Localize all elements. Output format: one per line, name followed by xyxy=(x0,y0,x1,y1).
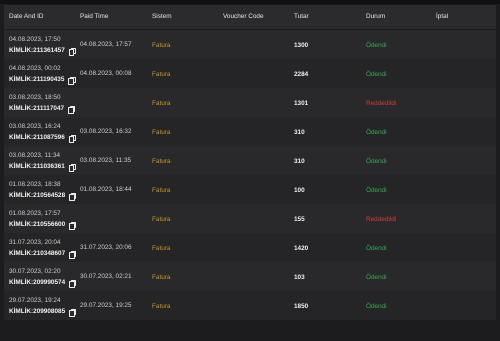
row-kimlik-text: KİMLİK:211190435 xyxy=(9,76,65,83)
header-voucher-code[interactable]: Voucher Code xyxy=(223,13,264,20)
copy-icon[interactable] xyxy=(68,105,76,114)
row-tutar: 1420 xyxy=(294,245,309,252)
row-paid-time: 03.08.2023, 16:32 xyxy=(80,128,132,135)
row-kimlik-text: KİMLİK:211036361 xyxy=(9,163,65,170)
row-paid-time: 04.08.2023, 17:57 xyxy=(80,41,132,48)
row-tutar: 1301 xyxy=(294,100,309,107)
row-kimlik: KİMLİK:211117047 xyxy=(9,105,76,114)
row-durum: Ödendi xyxy=(366,71,387,78)
row-date: 01.08.2023, 18:38 xyxy=(9,181,61,188)
header-tutar[interactable]: Tutar xyxy=(294,13,309,20)
row-tutar: 1850 xyxy=(294,303,309,310)
row-sistem: Fatura xyxy=(152,71,171,78)
row-kimlik-text: KİMLİK:210564528 xyxy=(9,192,66,199)
row-durum: Ödendi xyxy=(366,274,387,281)
row-durum: Reddedildi xyxy=(366,100,397,107)
row-paid-time: 03.08.2023, 11:35 xyxy=(80,157,132,164)
top-bar xyxy=(0,0,500,4)
copy-icon[interactable] xyxy=(69,250,77,259)
table-row[interactable]: 30.07.2023, 02:20 KİMLİK:209990574 30.07.2… xyxy=(4,262,496,292)
copy-icon[interactable] xyxy=(68,163,77,172)
row-kimlik-text: KİMLİK:209990574 xyxy=(9,279,66,286)
table-header: Date And ID Paid Time Sistem Voucher Cod… xyxy=(4,5,496,30)
row-date: 03.08.2023, 18:50 xyxy=(9,94,61,101)
row-date: 01.08.2023, 17:57 xyxy=(9,210,61,217)
row-paid-time: 04.08.2023, 00:08 xyxy=(80,70,132,77)
table-row[interactable]: 03.08.2023, 11:34 KİMLİK:211036361 03.08.2… xyxy=(4,146,496,176)
header-paid-time[interactable]: Paid Time xyxy=(80,13,108,20)
table-row[interactable]: 01.08.2023, 18:38 KİMLİK:210564528 01.08.2… xyxy=(4,175,496,205)
row-kimlik-text: KİMLİK:211087596 xyxy=(9,134,65,141)
row-sistem: Fatura xyxy=(152,42,171,49)
table-row[interactable]: 01.08.2023, 17:57 KİMLİK:210556600 Fatura 1… xyxy=(4,204,496,234)
row-kimlik: KİMLİK:210348607 xyxy=(9,250,77,259)
table-row[interactable]: 03.08.2023, 16:24 KİMLİK:211087596 03.08.2… xyxy=(4,117,496,147)
row-durum: Ödendi xyxy=(366,245,387,252)
row-kimlik-text: KİMLİK:211361457 xyxy=(9,47,65,54)
table-row[interactable]: 29.07.2023, 19:24 KİMLİK:209908085 29.07.2… xyxy=(4,291,496,321)
row-date: 03.08.2023, 16:24 xyxy=(9,123,61,130)
header-iptal[interactable]: İptal xyxy=(436,13,448,20)
row-kimlik-text: KİMLİK:209908085 xyxy=(9,308,66,315)
row-paid-time: 29.07.2023, 19:25 xyxy=(80,302,132,309)
header-sistem[interactable]: Sistem xyxy=(152,13,172,20)
row-tutar: 103 xyxy=(294,274,305,281)
table-row[interactable]: 04.08.2023, 17:50 KİMLİK:211361457 04.08.2… xyxy=(4,30,496,60)
row-tutar: 310 xyxy=(294,129,305,136)
row-kimlik-text: KİMLİK:210556600 xyxy=(9,221,66,228)
row-sistem: Fatura xyxy=(152,187,171,194)
header-durum[interactable]: Durum xyxy=(366,13,385,20)
table-row[interactable]: 31.07.2023, 20:04 KİMLİK:210348607 31.07.2… xyxy=(4,233,496,263)
row-durum: Ödendi xyxy=(366,129,387,136)
row-paid-time: 01.08.2023, 18:44 xyxy=(80,186,132,193)
row-sistem: Fatura xyxy=(152,129,171,136)
row-date: 04.08.2023, 00:02 xyxy=(9,65,61,72)
row-kimlik: KİMLİK:210564528 xyxy=(9,192,77,201)
row-sistem: Fatura xyxy=(152,274,171,281)
copy-icon[interactable] xyxy=(68,134,77,143)
row-kimlik: KİMLİK:211361457 xyxy=(9,47,77,56)
copy-icon[interactable] xyxy=(69,221,77,230)
row-tutar: 100 xyxy=(294,187,305,194)
row-kimlik-text: KİMLİK:210348607 xyxy=(9,250,66,257)
row-durum: Ödendi xyxy=(366,187,387,194)
row-paid-time: 31.07.2023, 20:06 xyxy=(80,244,132,251)
row-durum: Ödendi xyxy=(366,42,387,49)
row-sistem: Fatura xyxy=(152,303,171,310)
row-sistem: Fatura xyxy=(152,245,171,252)
row-durum: Ödendi xyxy=(366,158,387,165)
row-date: 31.07.2023, 20:04 xyxy=(9,239,61,246)
table-row[interactable]: 03.08.2023, 18:50 KİMLİK:211117047 Fatura 1… xyxy=(4,88,496,118)
row-kimlik: KİMLİK:210556600 xyxy=(9,221,77,230)
copy-icon[interactable] xyxy=(69,192,77,201)
row-date: 03.08.2023, 11:34 xyxy=(9,152,61,159)
row-tutar: 1300 xyxy=(294,42,309,49)
row-durum: Ödendi xyxy=(366,303,387,310)
row-kimlik: KİMLİK:211036361 xyxy=(9,163,77,172)
table-row[interactable]: 04.08.2023, 00:02 KİMLİK:211190435 04.08.2… xyxy=(4,59,496,89)
header-date-and-id[interactable]: Date And ID xyxy=(9,13,43,20)
row-kimlik-text: KİMLİK:211117047 xyxy=(9,105,65,112)
row-tutar: 310 xyxy=(294,158,305,165)
transactions-table: Date And ID Paid Time Sistem Voucher Cod… xyxy=(4,5,496,321)
row-date: 29.07.2023, 19:24 xyxy=(9,297,61,304)
copy-icon[interactable] xyxy=(69,308,77,317)
row-date: 04.08.2023, 17:50 xyxy=(9,36,61,43)
row-durum: Reddedildi xyxy=(366,216,397,223)
row-date: 30.07.2023, 02:20 xyxy=(9,268,61,275)
copy-icon[interactable] xyxy=(68,76,76,85)
copy-icon[interactable] xyxy=(68,47,77,56)
row-kimlik: KİMLİK:211190435 xyxy=(9,76,76,85)
copy-icon[interactable] xyxy=(69,279,77,288)
row-sistem: Fatura xyxy=(152,216,171,223)
row-kimlik: KİMLİK:211087596 xyxy=(9,134,77,143)
row-kimlik: KİMLİK:209990574 xyxy=(9,279,77,288)
row-tutar: 155 xyxy=(294,216,305,223)
row-sistem: Fatura xyxy=(152,158,171,165)
row-kimlik: KİMLİK:209908085 xyxy=(9,308,77,317)
row-tutar: 2284 xyxy=(294,71,309,78)
row-paid-time: 30.07.2023, 02:21 xyxy=(80,273,132,280)
row-sistem: Fatura xyxy=(152,100,171,107)
